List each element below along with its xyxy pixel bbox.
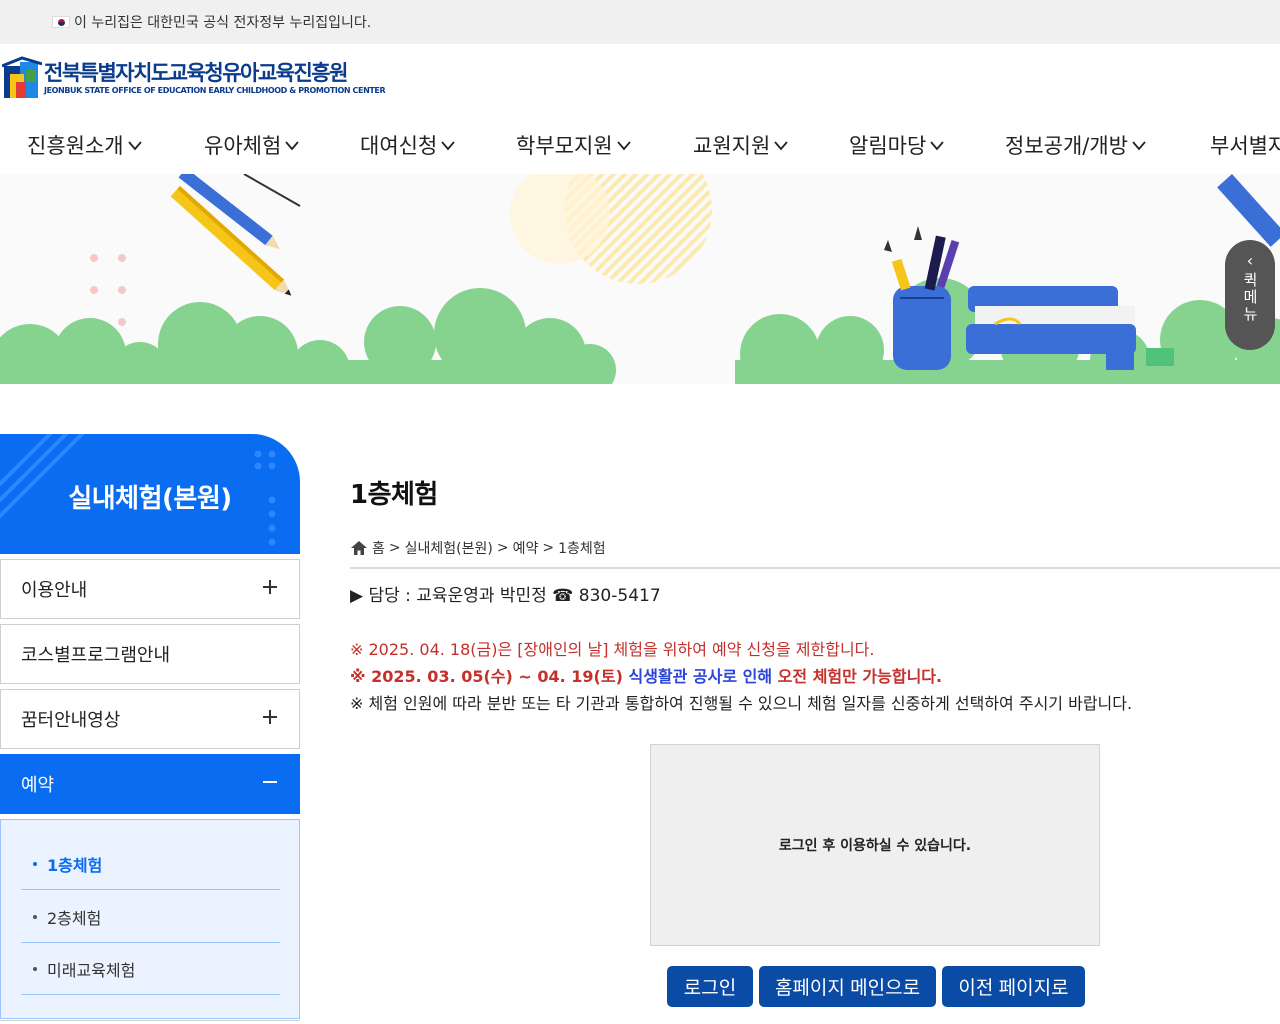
- sidebar-item-reservation[interactable]: 예약: [0, 754, 300, 814]
- logo-subtitle: JEONBUK STATE OFFICE OF EDUCATION EARLY …: [44, 86, 386, 95]
- page-title: 1층체험: [350, 480, 438, 510]
- login-required-box: 로그인 후 이용하실 수 있습니다.: [650, 744, 1100, 946]
- breadcrumb-separator: >: [388, 540, 401, 556]
- breadcrumb-current: 1층체험: [558, 541, 606, 557]
- sidebar-item-course-program[interactable]: 코스별프로그램안내: [0, 624, 300, 684]
- notice-line-1: ※ 2025. 04. 18(금)은 [장애인의 날] 체험을 위하여 예약 신…: [350, 640, 875, 659]
- chevron-left-icon: ‹: [1246, 251, 1254, 270]
- sidebar-divider: [0, 1020, 300, 1024]
- breadcrumb-divider: [350, 567, 1280, 569]
- sidebar-title-box: 실내체험(본원): [0, 434, 300, 554]
- login-required-message: 로그인 후 이용하실 수 있습니다.: [778, 838, 972, 854]
- manager-info: ▶ 담당 : 교육운영과 박민정 ☎ 830-5417: [350, 586, 661, 606]
- bullet-icon: [33, 966, 37, 971]
- minus-icon: [263, 781, 277, 783]
- breadcrumb-level2[interactable]: 예약: [513, 538, 539, 558]
- breadcrumb-level1[interactable]: 실내체험(본원): [405, 538, 493, 558]
- bullet-icon: [33, 861, 37, 866]
- notice-line-2: ※ 2025. 03. 05(수) ~ 04. 19(토) 식생활관 공사로 인…: [350, 667, 943, 686]
- gnb-item-notice[interactable]: 알림마당: [849, 130, 944, 160]
- sub-visual-banner: [0, 174, 1280, 384]
- submenu-item-future-education[interactable]: 미래교육체험: [21, 943, 280, 995]
- submenu-item-floor1[interactable]: 1층체험: [21, 838, 280, 890]
- home-main-button[interactable]: 홈페이지 메인으로: [759, 966, 936, 1007]
- chevron-down-icon: [127, 141, 142, 151]
- main-navigation: 진흥원소개 유아체험 대여신청 학부모지원 교원지원 알림마당 정보공개/개방 …: [0, 120, 1280, 172]
- gnb-item-parents[interactable]: 학부모지원: [516, 130, 631, 160]
- logo-title: 전북특별자치도교육청유아교육진흥원: [44, 61, 348, 85]
- breadcrumb-separator: >: [496, 540, 509, 556]
- chevron-down-icon: [930, 141, 944, 151]
- quick-menu-button[interactable]: ‹ 퀵메뉴: [1225, 240, 1275, 350]
- gov-banner-text: 이 누리집은 대한민국 공식 전자정부 누리집입니다.: [74, 15, 372, 31]
- site-logo[interactable]: 전북특별자치도교육청유아교육진흥원 JEONBUK STATE OFFICE O…: [2, 52, 386, 104]
- breadcrumb-separator: >: [542, 540, 555, 556]
- home-icon[interactable]: [350, 540, 368, 556]
- gnb-item-teachers[interactable]: 교원지원: [693, 130, 788, 160]
- login-button[interactable]: 로그인: [667, 966, 753, 1007]
- breadcrumb-home[interactable]: 홈: [372, 538, 385, 558]
- gnb-item-experience[interactable]: 유아체험: [204, 130, 299, 160]
- plus-icon: [263, 580, 277, 594]
- banner-illustration: [0, 174, 1280, 384]
- bullet-icon: [33, 914, 37, 919]
- chevron-down-icon: [441, 141, 455, 151]
- breadcrumb: 홈 > 실내체험(본원) > 예약 > 1층체험: [350, 538, 606, 558]
- chevron-down-icon: [616, 141, 631, 151]
- previous-page-button[interactable]: 이전 페이지로: [942, 966, 1085, 1007]
- chevron-down-icon: [285, 141, 299, 151]
- gnb-item-disclosure[interactable]: 정보공개/개방: [1005, 130, 1146, 160]
- plus-icon: [263, 710, 277, 724]
- logo-mark-icon: [2, 56, 42, 98]
- gnb-item-department[interactable]: 부서별자료실: [1210, 130, 1280, 160]
- sidebar-item-guide-video[interactable]: 꿈터안내영상: [0, 689, 300, 749]
- chevron-down-icon: [1132, 141, 1146, 151]
- gnb-item-rental[interactable]: 대여신청: [360, 130, 455, 160]
- sidebar-submenu: 1층체험 2층체험 미래교육체험: [0, 819, 300, 1019]
- quick-menu-label: 퀵메뉴: [1241, 272, 1259, 323]
- submenu-item-floor2[interactable]: 2층체험: [21, 891, 280, 943]
- sidebar-title: 실내체험(본원): [68, 484, 232, 514]
- gov-banner: 이 누리집은 대한민국 공식 전자정부 누리집입니다.: [0, 0, 1280, 44]
- gnb-item-intro[interactable]: 진흥원소개: [27, 130, 142, 160]
- sidebar-item-usage-guide[interactable]: 이용안내: [0, 559, 300, 619]
- chevron-down-icon: [774, 141, 788, 151]
- notice-line-3: ※ 체험 인원에 따라 분반 또는 타 기관과 통합하여 진행될 수 있으니 체…: [350, 694, 1133, 713]
- korea-flag-icon: [52, 16, 70, 28]
